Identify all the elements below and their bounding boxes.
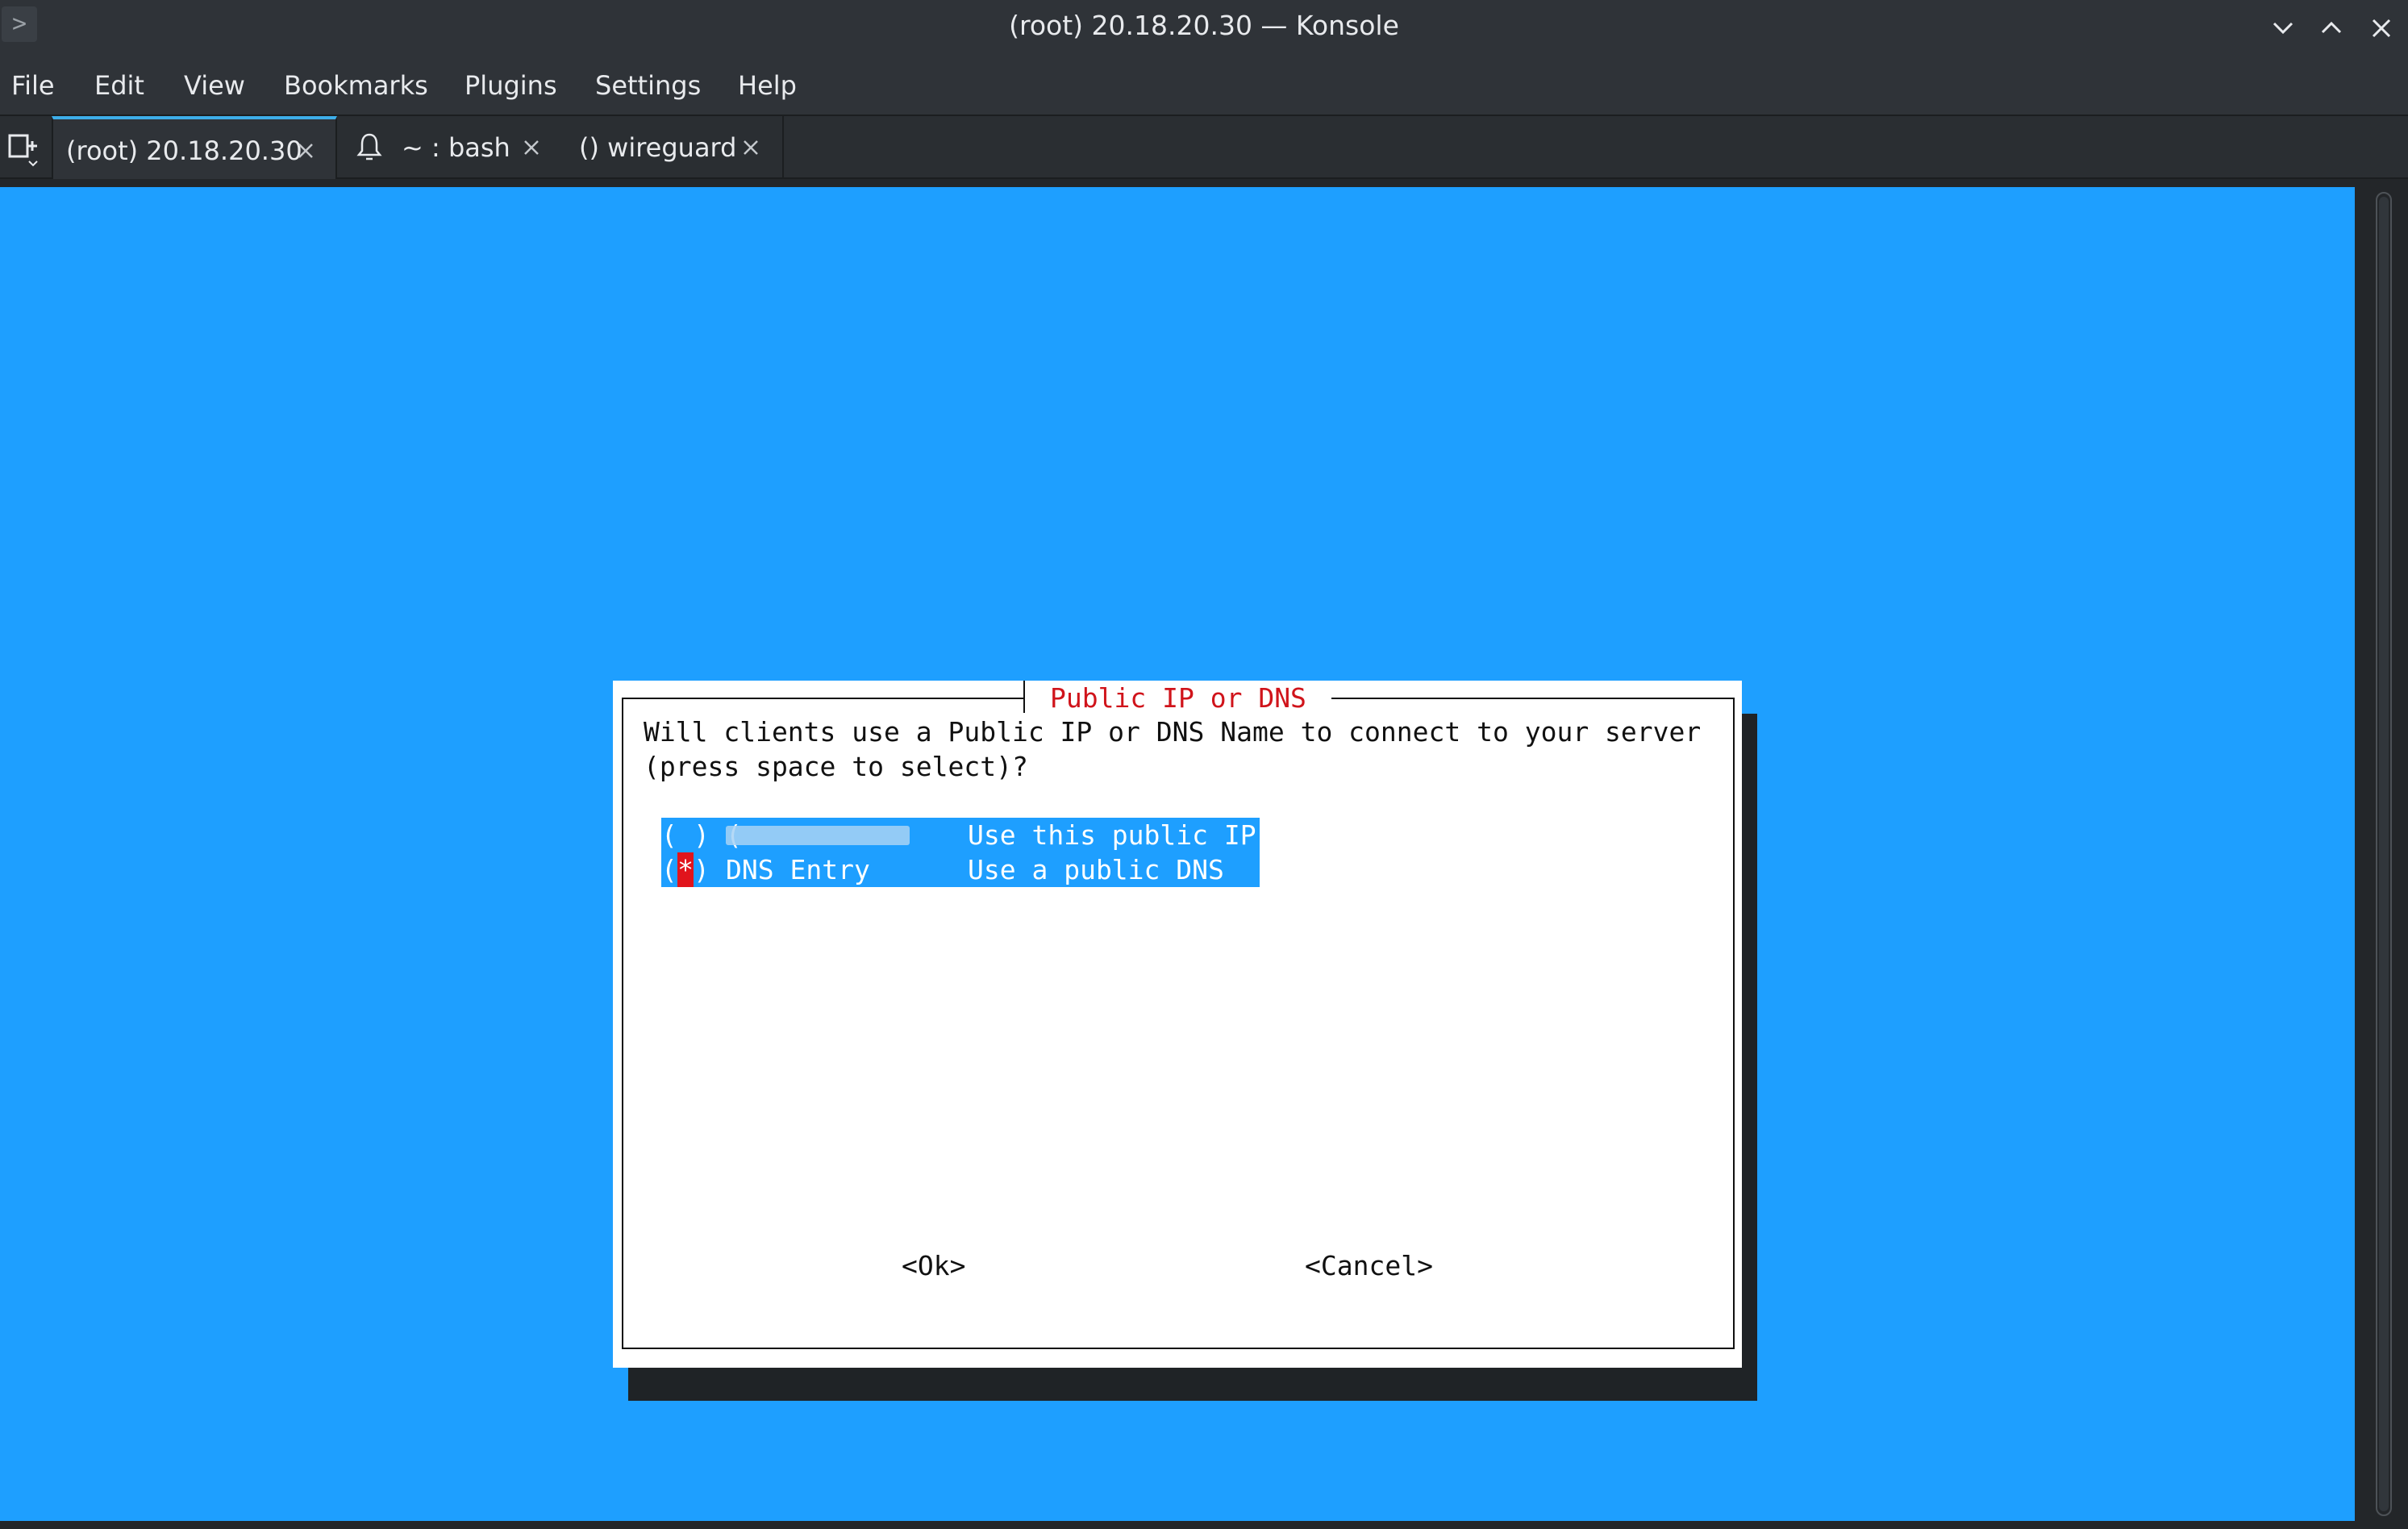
tab-label: ~ : bash — [402, 132, 510, 163]
menu-plugins[interactable]: Plugins — [465, 70, 557, 101]
tab-root-session[interactable]: (root) 20.18.20.30 — [52, 116, 337, 179]
maximize-button[interactable] — [2311, 8, 2352, 48]
tab-label: (root) 20.18.20.30 — [66, 135, 302, 166]
terminal-view[interactable]: Public IP or DNS Will clients use a Publ… — [0, 187, 2355, 1521]
menu-help[interactable]: Help — [738, 70, 797, 101]
tab-label: () wireguard — [579, 132, 737, 163]
menu-file[interactable]: File — [11, 70, 55, 101]
option-description: Use a public DNS — [968, 854, 1224, 885]
close-tab-icon[interactable] — [292, 137, 319, 165]
terminal-scrollbar[interactable] — [2360, 187, 2408, 1521]
dialog-prompt-line-2: (press space to select)? — [644, 751, 1028, 782]
radio-button-open: ( — [661, 854, 677, 885]
radio-option-dns-entry[interactable]: ( * ) DNS Entry Use a public DNS — [661, 852, 1260, 887]
close-icon — [2372, 19, 2391, 38]
menu-view[interactable]: View — [184, 70, 245, 101]
window-titlebar[interactable]: > (root) 20.18.20.30 — Konsole — [0, 0, 2408, 56]
close-window-button[interactable] — [2361, 8, 2402, 48]
radio-option-public-ip[interactable]: ( ) ( Use this public IP — [661, 818, 1260, 852]
tab-wireguard[interactable]: () wireguard — [565, 116, 784, 179]
radio-list: ( ) ( Use this public IP ( * ) DNS Entry… — [661, 818, 1260, 887]
close-tab-icon[interactable] — [737, 134, 764, 161]
menu-bar: File Edit View Bookmarks Plugins Setting… — [0, 56, 2408, 116]
cancel-button[interactable]: <Cancel> — [1305, 1250, 1433, 1281]
radio-button-close: ) — [694, 819, 710, 851]
window-bottom-edge — [0, 1521, 2408, 1529]
close-tab-icon[interactable] — [518, 134, 545, 161]
whiptail-dialog: Public IP or DNS Will clients use a Publ… — [613, 681, 1742, 1368]
menu-bookmarks[interactable]: Bookmarks — [284, 70, 428, 101]
radio-button-open: ( — [661, 819, 677, 851]
tab-bar: (root) 20.18.20.30 ~ : bash () wireguard — [0, 116, 2408, 179]
radio-selected-marker: * — [677, 852, 694, 887]
tab-bash[interactable]: ~ : bash — [339, 116, 565, 179]
chevron-down-icon — [2273, 22, 2293, 35]
ok-button[interactable]: <Ok> — [902, 1250, 965, 1281]
new-tab-icon — [8, 134, 38, 167]
option-tag: DNS Entry — [726, 854, 870, 885]
option-description: Use this public IP — [968, 819, 1256, 851]
dialog-title: Public IP or DNS — [1025, 681, 1331, 716]
redacted-ip-address — [726, 826, 910, 845]
menu-settings[interactable]: Settings — [595, 70, 701, 101]
scrollbar-thumb[interactable] — [2379, 197, 2389, 1511]
menu-edit[interactable]: Edit — [94, 70, 144, 101]
radio-button-close: ) — [694, 854, 710, 885]
new-tab-button[interactable] — [0, 124, 48, 173]
minimize-button[interactable] — [2263, 8, 2303, 48]
chevron-up-icon — [2321, 21, 2342, 34]
window-title: (root) 20.18.20.30 — Konsole — [1009, 10, 1399, 41]
bell-icon — [356, 133, 382, 160]
dialog-prompt-line-1: Will clients use a Public IP or DNS Name… — [644, 716, 1702, 748]
dialog-frame — [622, 698, 1735, 1349]
